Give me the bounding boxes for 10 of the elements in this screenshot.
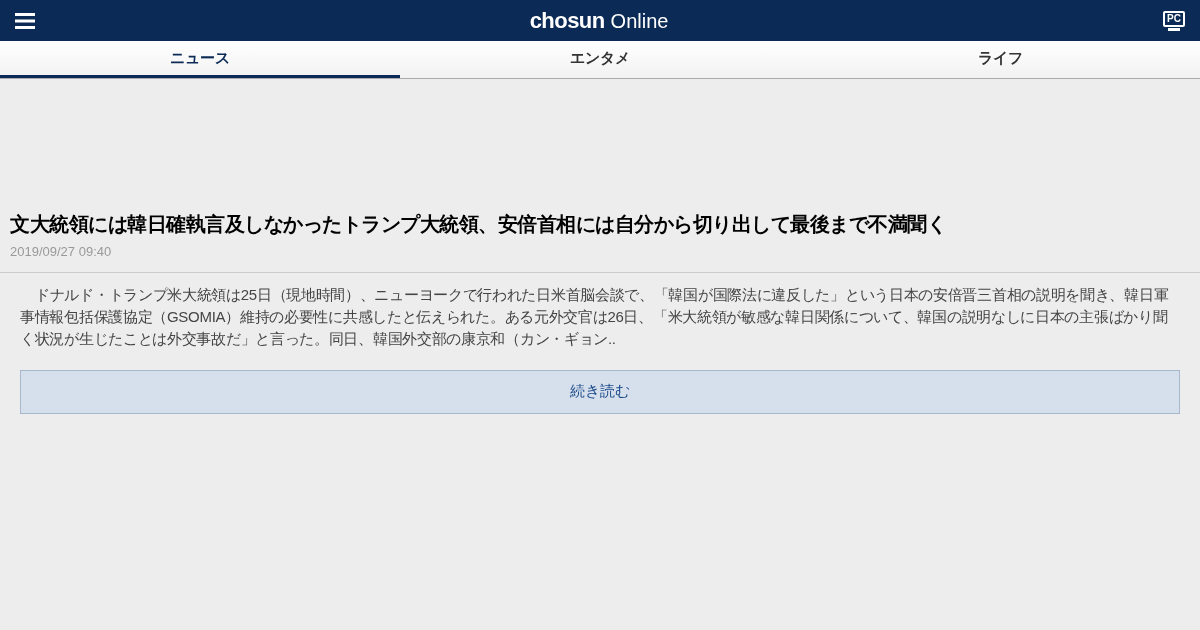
logo-subtitle: Online [610, 9, 669, 34]
logo-wordmark: chosun [529, 7, 605, 35]
menu-icon[interactable] [15, 12, 35, 29]
nav-tab[interactable]: ニュース [0, 41, 400, 78]
nav-tab[interactable]: エンタメ [400, 41, 800, 78]
article-title: 文大統領には韓日確執言及しなかったトランプ大統領、安倍首相には自分から切り出して最後まで不満聞く [10, 212, 947, 237]
article-summary: ドナルド・トランプ米大統領は25日（現地時間）、ニューヨークで行われた日米首脳会談で、「韓国が国際法に違反した」という日本の安倍晋三首相の説明を聞き、韓日軍事情報包括保護協定（GSOMIA）維持の必要性に共感したと伝えられた。ある元外交官は26日、「米大統領が敏感な韓日関係について、韓国の説明なしに日本の主張ばかり聞く状況が生じたことは外交事故だ」と言った。同日、韓国外交部の康京和（カン・ギョン.. [20, 284, 1170, 349]
nav-tab[interactable]: ライフ [800, 41, 1200, 78]
article-date: 2019/09/27 09:40 [10, 243, 113, 261]
read-more-button[interactable]: 続き読む [20, 369, 1180, 414]
